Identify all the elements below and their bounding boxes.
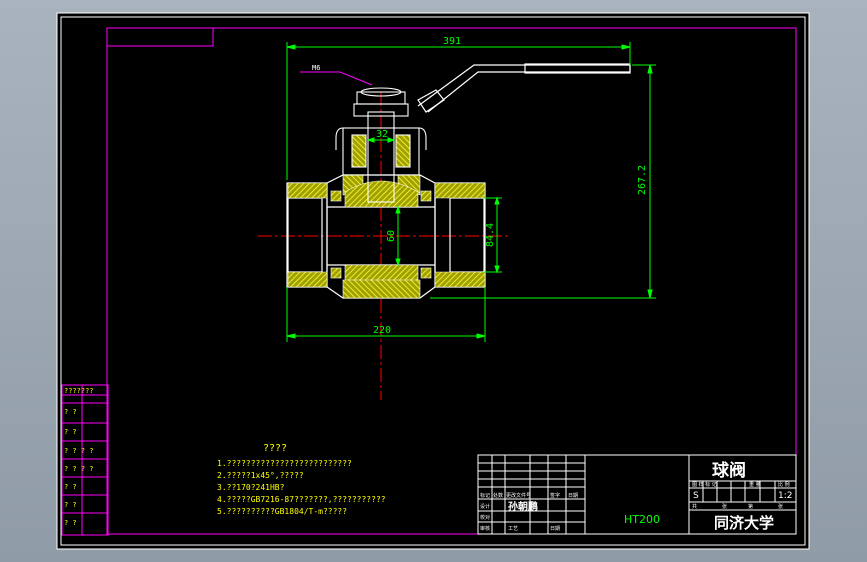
header-label-scale: 比 例	[778, 481, 790, 488]
school-name: 同济大学	[714, 514, 774, 532]
seat-right-top	[420, 190, 432, 202]
callout-text: M6	[312, 64, 320, 72]
dim-height: 267.2	[637, 165, 648, 195]
note-2: 2.?????1x45°,?????	[217, 471, 304, 480]
seat-right-bottom	[420, 267, 432, 279]
role-label-process: 工艺	[508, 526, 518, 532]
sheet-label-number: 第	[748, 503, 753, 510]
body-hatch-bottom-left	[287, 271, 328, 288]
note-1: 1.??????????????????????????	[217, 459, 352, 468]
packing-left	[351, 134, 367, 168]
dim-overall-length: 391	[443, 36, 461, 47]
note-3: 3.??170?241HB?	[217, 483, 285, 492]
note-5: 5.??????????GB1804/T-m?????	[217, 507, 347, 516]
row-label-count: 处数	[493, 492, 503, 499]
notes-heading: ????	[263, 443, 287, 454]
body-hatch-bottom	[342, 279, 421, 299]
cad-drawing-canvas: 391 267.2 32 60 84.4 220 M6 球阀 HT200 同济大…	[56, 12, 810, 550]
packing-right	[395, 134, 411, 168]
part-name: 球阀	[712, 460, 746, 481]
dim-port-diameter: 60	[386, 230, 397, 242]
side-cell-5: ? ?	[64, 483, 77, 491]
side-cell-4: ? ? ? ?	[64, 465, 94, 473]
role-label-check: 校对	[480, 514, 490, 521]
scale-value: 1:2	[778, 491, 792, 501]
row-label-date: 日期	[568, 493, 578, 499]
side-cell-7: ? ?	[64, 519, 77, 527]
sheet-label-sheets-1: 张	[722, 503, 727, 510]
header-label-weight: 重 量	[749, 481, 761, 488]
drawing-sheet	[56, 12, 810, 550]
side-cell-0: ???????	[64, 387, 94, 395]
sheet-label-total: 共	[692, 503, 697, 510]
dim-body-length: 220	[373, 325, 391, 336]
role-label-date: 日期	[550, 526, 560, 532]
body-hatch-top-left	[287, 182, 328, 199]
row-label-mark: 标记	[480, 492, 490, 499]
dim-bore-width: 32	[376, 129, 388, 140]
seat-left-bottom	[330, 267, 342, 279]
side-cell-6: ? ?	[64, 501, 77, 509]
body-hatch-top-right	[434, 182, 486, 199]
role-label-review: 审核	[480, 525, 490, 532]
note-4: 4.?????GB7216-87???????,???????????	[217, 495, 386, 504]
body-hatch-bottom-right	[434, 271, 486, 288]
header-label-mark: 图 样 标 记	[692, 481, 717, 488]
role-label-design: 设计	[480, 503, 490, 510]
material: HT200	[624, 513, 660, 526]
designer-name: 孙朝鹏	[508, 500, 538, 513]
seat-left-top	[330, 190, 342, 202]
sheet-code: S	[693, 491, 699, 501]
sheet-label-sheets-2: 张	[778, 503, 783, 510]
side-cell-1: ? ?	[64, 408, 77, 416]
row-label-change: 更改文件号	[506, 492, 531, 499]
row-label-sign: 签字	[550, 492, 560, 499]
side-cell-3: ? ? ? ?	[64, 447, 94, 455]
dim-thread-diameter: 84.4	[485, 223, 496, 247]
side-cell-2: ? ?	[64, 428, 77, 436]
